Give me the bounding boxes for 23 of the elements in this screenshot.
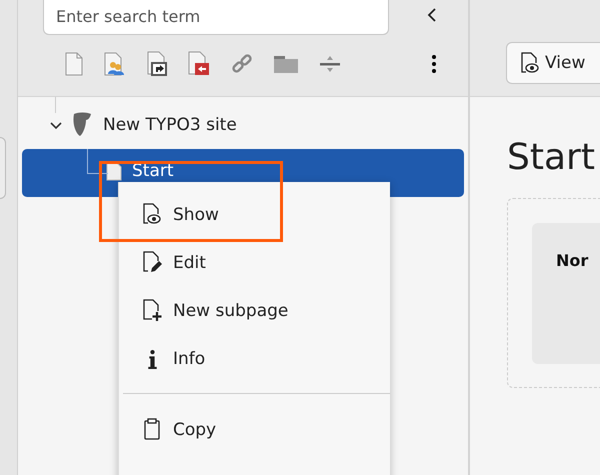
more-icon[interactable]	[432, 54, 436, 72]
collapse-icon[interactable]	[427, 6, 437, 22]
page-view-icon	[521, 52, 539, 74]
page-title: Start	[507, 136, 596, 180]
page-add-icon	[143, 299, 163, 323]
page-users-icon[interactable]	[104, 52, 126, 76]
tree-node[interactable]: New TYPO3 site	[22, 103, 464, 147]
menu-item[interactable]: Copy	[119, 408, 390, 452]
menu-item[interactable]: Info	[119, 337, 390, 381]
logo-icon	[71, 112, 93, 138]
menu-item[interactable]: Edit	[119, 241, 390, 285]
search-field[interactable]: Enter search term	[43, 0, 389, 35]
menu-item[interactable]: New subpage	[119, 289, 390, 333]
link-icon[interactable]	[231, 52, 253, 74]
page-arrow-icon[interactable]	[188, 51, 210, 76]
info-icon	[148, 350, 157, 368]
spacer-icon[interactable]	[319, 54, 341, 72]
folder-icon[interactable]	[274, 54, 298, 72]
page-icon[interactable]	[65, 52, 83, 76]
page-shortcut-icon[interactable]	[147, 51, 167, 76]
column-heading: Nor	[556, 251, 590, 270]
view-button[interactable]: View	[506, 42, 600, 84]
page-edit-icon	[143, 251, 163, 275]
